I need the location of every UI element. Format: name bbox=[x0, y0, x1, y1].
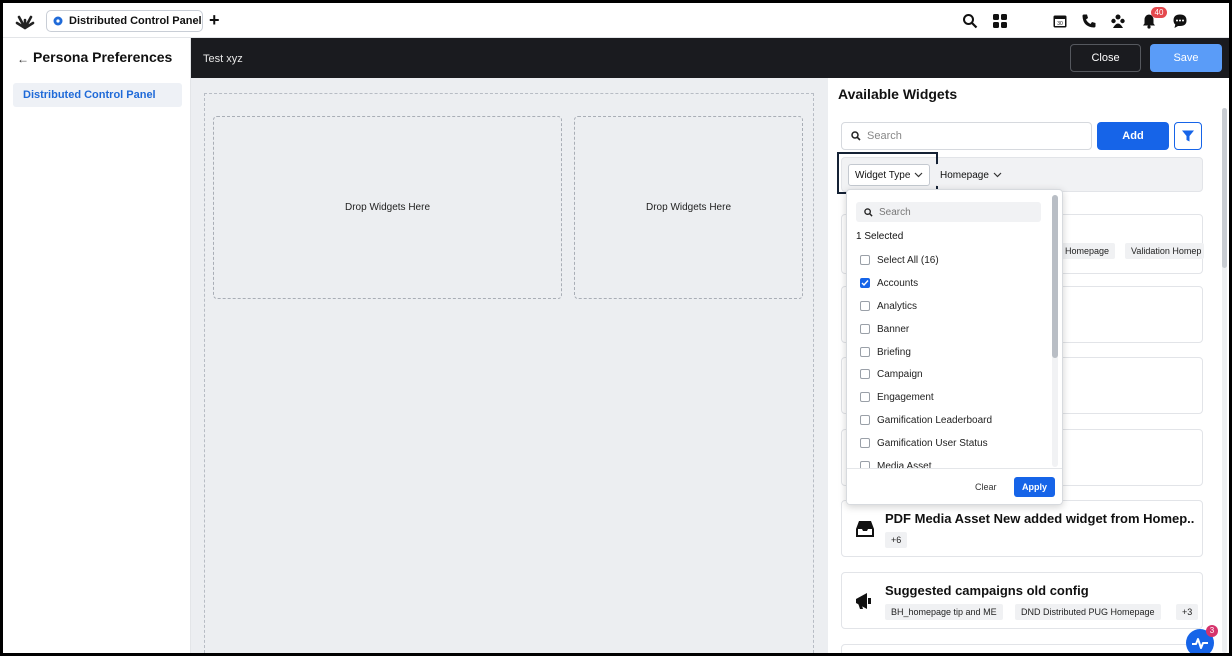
add-button[interactable]: Add bbox=[1097, 122, 1169, 150]
checkbox-checked[interactable] bbox=[860, 278, 870, 288]
chevron-down-icon bbox=[914, 172, 923, 178]
search-placeholder: Search bbox=[867, 130, 902, 142]
widget-card[interactable]: Suggested campaigns old config BH_homepa… bbox=[841, 572, 1203, 629]
top-bar: Distributed Control Panel + 30 40 bbox=[3, 3, 1229, 38]
apply-button[interactable]: Apply bbox=[1014, 477, 1055, 497]
filter-label: Homepage bbox=[940, 169, 989, 181]
search-icon bbox=[864, 207, 873, 217]
close-button[interactable]: Close bbox=[1070, 44, 1141, 72]
option-label: Campaign bbox=[877, 368, 923, 380]
search-icon bbox=[851, 131, 861, 141]
option-banner[interactable]: Banner bbox=[860, 322, 909, 336]
gear-icon bbox=[53, 16, 63, 26]
option-label: Banner bbox=[877, 323, 910, 335]
widget-type-dropdown: Search 1 Selected Select All (16) Accoun… bbox=[846, 189, 1063, 505]
layout-canvas: Drop Widgets Here Drop Widgets Here bbox=[191, 78, 828, 653]
checkmark-icon bbox=[861, 280, 869, 287]
layout-section: Drop Widgets Here Drop Widgets Here bbox=[204, 93, 814, 653]
option-engagement[interactable]: Engagement bbox=[860, 390, 934, 404]
checkbox[interactable] bbox=[860, 438, 870, 448]
filter-bar: Widget Type Homepage bbox=[837, 152, 1203, 194]
dropdown-search-placeholder: Search bbox=[879, 206, 911, 218]
plus-icon[interactable]: + bbox=[209, 11, 223, 29]
widget-title: PDF Media Asset New added widget from Ho… bbox=[885, 511, 1195, 526]
checkbox[interactable] bbox=[860, 415, 870, 425]
back-arrow-icon[interactable]: ← bbox=[17, 52, 29, 66]
option-label: Accounts bbox=[877, 277, 919, 289]
option-briefing[interactable]: Briefing bbox=[860, 345, 911, 359]
option-gamification-leaderboard[interactable]: Gamification Leaderboard bbox=[860, 413, 992, 427]
megaphone-icon bbox=[856, 593, 871, 609]
tab-label: Distributed Control Panel bbox=[69, 15, 202, 27]
option-select-all[interactable]: Select All (16) bbox=[860, 253, 939, 267]
sprinklr-logo-icon[interactable] bbox=[15, 11, 35, 31]
people-icon[interactable] bbox=[1110, 13, 1126, 29]
checkbox[interactable] bbox=[860, 369, 870, 379]
widget-tag: Homepage bbox=[1059, 243, 1116, 259]
app-window: Distributed Control Panel + 30 40 ← Pers… bbox=[3, 3, 1229, 653]
option-analytics[interactable]: Analytics bbox=[860, 299, 917, 313]
calendar-icon[interactable]: 30 bbox=[1052, 13, 1068, 29]
widget-card[interactable] bbox=[841, 644, 1203, 653]
panel-title: Available Widgets bbox=[838, 86, 958, 102]
search-icon[interactable] bbox=[962, 13, 978, 29]
widget-card[interactable]: PDF Media Asset New added widget from Ho… bbox=[841, 500, 1203, 557]
option-label: Engagement bbox=[877, 391, 934, 403]
widget-search-input[interactable]: Search bbox=[841, 122, 1092, 150]
widget-tag: +6 bbox=[885, 532, 908, 548]
checkbox[interactable] bbox=[860, 347, 870, 357]
checkbox[interactable] bbox=[860, 301, 870, 311]
widget-tag: Validation Homep bbox=[1125, 243, 1204, 259]
filter-button[interactable] bbox=[1174, 122, 1202, 150]
clear-button[interactable]: Clear bbox=[975, 482, 997, 492]
drop-zone[interactable]: Drop Widgets Here bbox=[213, 116, 562, 299]
fab-badge: 3 bbox=[1206, 625, 1218, 637]
sidebar-title: Persona Preferences bbox=[33, 49, 173, 65]
option-label: Gamification Leaderboard bbox=[877, 414, 993, 426]
dropdown-scrollbar-thumb[interactable] bbox=[1052, 195, 1058, 358]
checkbox[interactable] bbox=[860, 392, 870, 402]
widget-title: Suggested campaigns old config bbox=[885, 583, 1089, 598]
chevron-down-icon bbox=[993, 172, 1002, 178]
homepage-filter[interactable]: Homepage bbox=[934, 164, 1008, 186]
option-campaign[interactable]: Campaign bbox=[860, 367, 923, 381]
panel-scrollbar-thumb[interactable] bbox=[1222, 108, 1227, 268]
widget-type-filter[interactable]: Widget Type bbox=[848, 164, 931, 186]
save-button[interactable]: Save bbox=[1150, 44, 1222, 72]
widget-tag: BH_homepage tip and ME bbox=[885, 604, 1003, 620]
sidebar-item-distributed-control-panel[interactable]: Distributed Control Panel bbox=[13, 83, 182, 107]
option-label: Select All (16) bbox=[877, 254, 939, 266]
selected-count: 1 Selected bbox=[856, 231, 904, 242]
inbox-tray-icon bbox=[856, 521, 874, 537]
filter-icon bbox=[1182, 130, 1194, 142]
drop-zone[interactable]: Drop Widgets Here bbox=[574, 116, 803, 299]
chat-icon[interactable] bbox=[1172, 13, 1188, 29]
calendar-day: 30 bbox=[1057, 21, 1063, 27]
dropdown-search-input[interactable]: Search bbox=[856, 202, 1041, 222]
checkbox[interactable] bbox=[860, 324, 870, 334]
option-label: Analytics bbox=[877, 300, 918, 312]
sidebar: ← Persona Preferences Distributed Contro… bbox=[3, 38, 191, 653]
filter-label: Widget Type bbox=[855, 169, 911, 181]
checkbox[interactable] bbox=[860, 255, 870, 265]
option-accounts[interactable]: Accounts bbox=[860, 276, 918, 290]
editor-title: Test xyz bbox=[203, 53, 243, 65]
phone-icon[interactable] bbox=[1081, 13, 1097, 29]
dropdown-footer: Clear Apply bbox=[847, 468, 1062, 504]
widget-tag: +3 bbox=[1176, 604, 1199, 620]
widget-tag: DND Distributed PUG Homepage bbox=[1015, 604, 1161, 620]
editor-header: Test xyz Close Save bbox=[191, 38, 1229, 78]
option-gamification-user-status[interactable]: Gamification User Status bbox=[860, 436, 988, 450]
notification-badge: 40 bbox=[1151, 7, 1167, 18]
grid-icon[interactable] bbox=[992, 13, 1008, 29]
tab-distributed-control-panel[interactable]: Distributed Control Panel bbox=[46, 10, 203, 32]
option-label: Gamification User Status bbox=[877, 437, 988, 449]
option-label: Briefing bbox=[877, 346, 911, 358]
